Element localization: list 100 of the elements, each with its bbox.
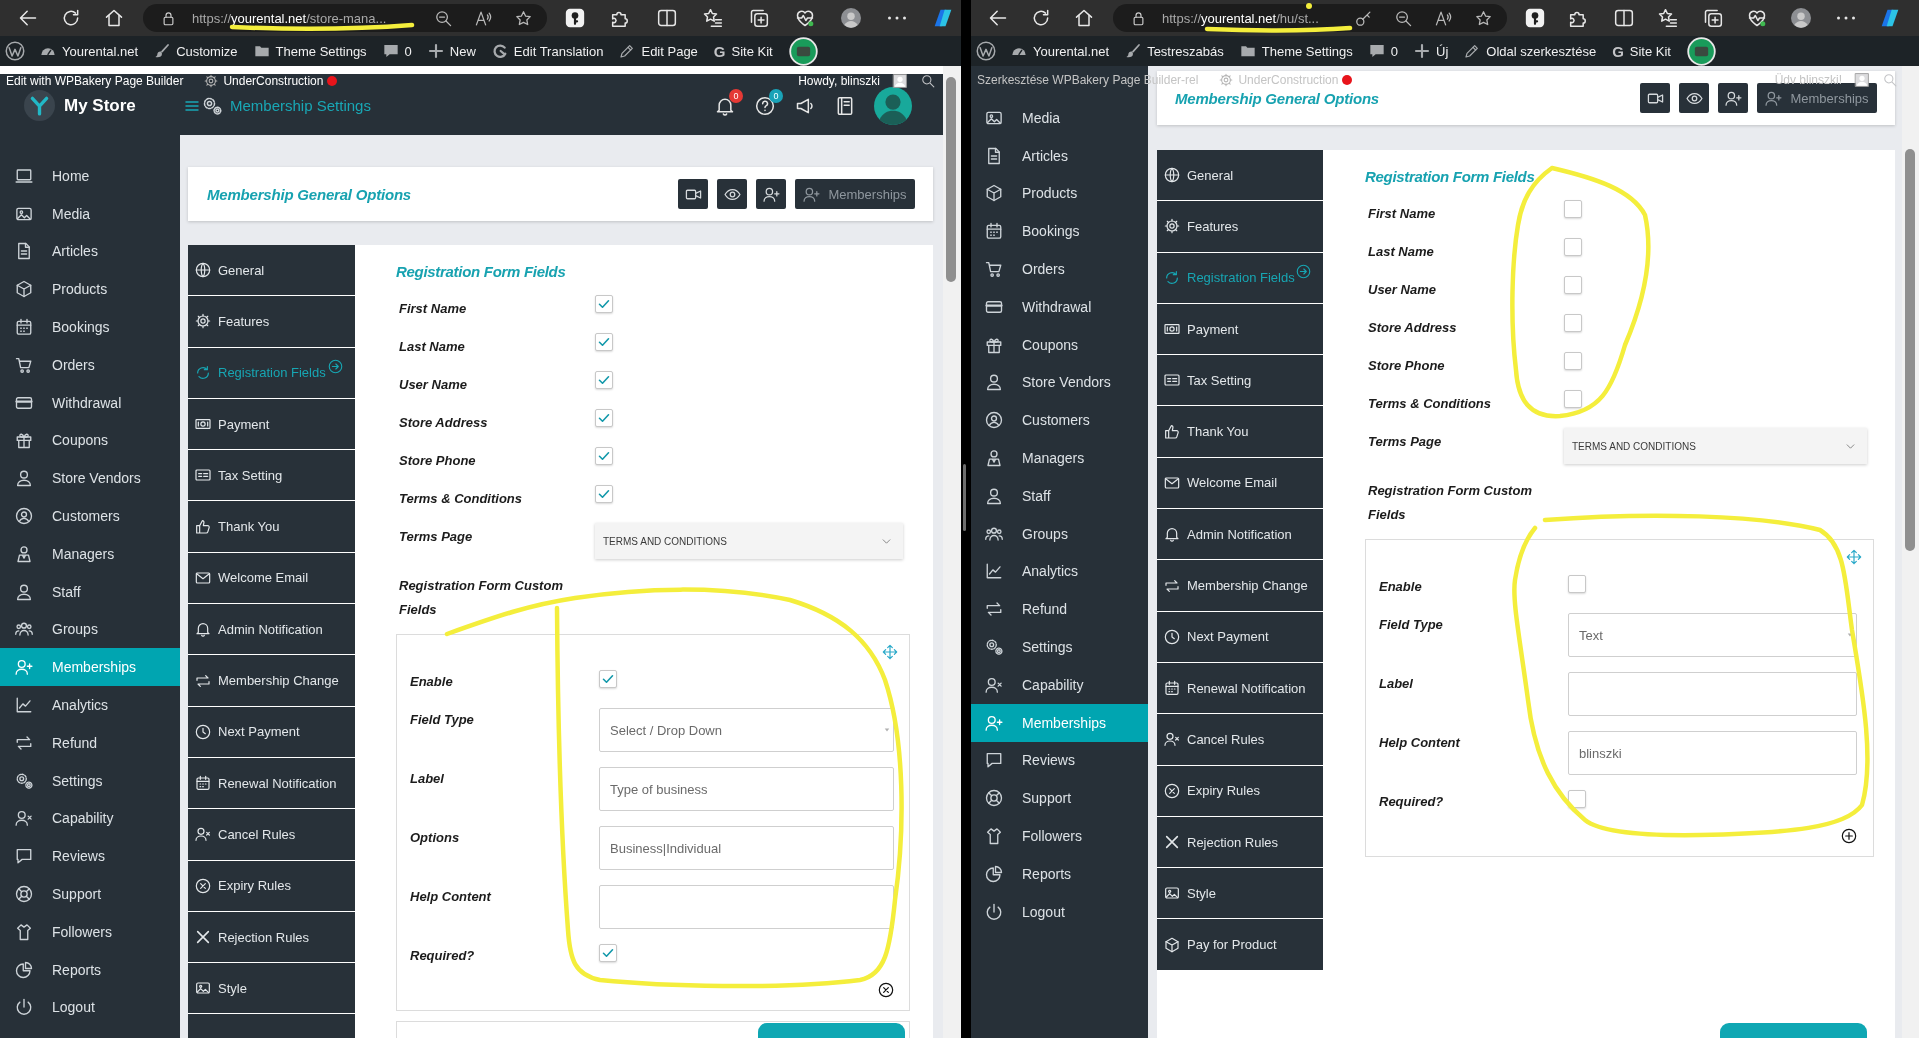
sidebar-item[interactable]: Refund — [0, 723, 180, 762]
checkbox[interactable] — [595, 333, 613, 351]
refresh-icon[interactable] — [1031, 8, 1051, 28]
sidebar-item[interactable]: Products — [0, 270, 180, 309]
memberships-button[interactable]: Memberships — [795, 179, 915, 209]
tab[interactable]: Next Payment — [1157, 611, 1323, 662]
checkbox[interactable] — [1568, 790, 1586, 808]
admin-bar-link[interactable]: Yourental.net — [1011, 43, 1110, 59]
sidebar-item[interactable]: Settings — [0, 761, 180, 800]
input-field[interactable]: Business|Individual — [599, 826, 894, 870]
back-icon[interactable] — [18, 8, 38, 28]
status-link[interactable]: UnderConstruction — [223, 74, 324, 88]
add-user-button[interactable] — [1718, 83, 1748, 113]
admin-bar-link[interactable]: Oldal szerkesztése — [1464, 43, 1597, 59]
avatar-icon[interactable] — [841, 8, 861, 28]
sidebar-item[interactable]: Store Vendors — [0, 459, 180, 498]
checkbox[interactable] — [1564, 352, 1582, 370]
sidebar-item[interactable]: Logout — [0, 988, 180, 1027]
user-icon[interactable] — [893, 74, 907, 88]
site-logo-icon[interactable] — [976, 41, 996, 61]
key-icon[interactable] — [1355, 9, 1372, 27]
tab[interactable]: Membership Change — [188, 655, 355, 706]
favorites-icon[interactable] — [703, 8, 723, 28]
checkbox[interactable] — [595, 371, 613, 389]
sidebar-item[interactable]: Support — [971, 779, 1148, 818]
star-icon[interactable] — [1475, 9, 1492, 27]
checkbox[interactable] — [595, 485, 613, 503]
sidebar-item[interactable]: Bookings — [971, 212, 1148, 251]
avatar-icon[interactable] — [788, 36, 818, 66]
tab[interactable]: Expiry Rules — [188, 860, 355, 911]
select-field[interactable]: Text — [1568, 613, 1857, 657]
tab[interactable]: Registration Fields — [188, 347, 355, 398]
sidebar-item[interactable]: Articles — [0, 232, 180, 271]
tab[interactable]: Cancel Rules — [188, 809, 355, 860]
sidebar-item[interactable]: Settings — [971, 628, 1148, 666]
split-screen-icon[interactable] — [1613, 8, 1634, 28]
tab[interactable]: Payment — [188, 398, 355, 450]
sidebar-item[interactable]: Articles — [971, 136, 1148, 175]
scrollbar-thumb[interactable] — [1905, 149, 1915, 551]
sidebar-item[interactable]: Reviews — [971, 741, 1148, 780]
preview-button[interactable] — [1679, 83, 1709, 113]
keyhole-icon[interactable] — [565, 8, 585, 28]
sidebar-item[interactable]: Reports — [0, 950, 180, 989]
sidebar-item[interactable]: Media — [0, 194, 180, 233]
checkbox[interactable] — [595, 447, 613, 465]
checkbox[interactable] — [1564, 238, 1582, 256]
checkbox[interactable] — [1568, 575, 1586, 593]
tab[interactable]: Style — [188, 963, 355, 1014]
tab[interactable]: Style — [1157, 868, 1323, 919]
avatar-icon[interactable] — [1791, 8, 1812, 28]
input-field[interactable] — [1568, 672, 1857, 716]
sidebar-item[interactable]: Withdrawal — [0, 383, 180, 422]
sidebar-item[interactable]: Analytics — [971, 552, 1148, 591]
plus-circle-icon[interactable] — [1841, 828, 1857, 844]
split-screen-icon[interactable] — [657, 8, 677, 28]
site-logo-icon[interactable] — [5, 41, 25, 61]
sidebar-item[interactable]: Logout — [971, 892, 1148, 931]
sidebar-item[interactable]: Followers — [971, 817, 1148, 855]
tab[interactable]: Admin Notification — [188, 604, 355, 655]
admin-bar-link[interactable]: Új — [1414, 43, 1449, 59]
tab[interactable]: Tax Setting — [188, 450, 355, 501]
memberships-button[interactable]: Memberships — [1757, 83, 1877, 113]
sidebar-item[interactable]: Customers — [0, 497, 180, 535]
video-button[interactable] — [1640, 83, 1670, 113]
app-logo-icon[interactable] — [933, 8, 953, 28]
tab[interactable]: Thank You — [188, 501, 355, 552]
tab[interactable]: Membership Change — [1157, 560, 1323, 611]
sidebar-item[interactable]: Orders — [0, 346, 180, 384]
app-logo-icon[interactable] — [1880, 8, 1901, 28]
admin-bar-link[interactable]: Theme Settings — [1239, 43, 1353, 59]
heart-pulse-icon[interactable] — [1746, 8, 1767, 28]
checkbox[interactable] — [599, 670, 617, 688]
x-circle-icon[interactable] — [878, 982, 894, 998]
logo-icon[interactable] — [24, 90, 55, 121]
sidebar-item[interactable]: Refund — [971, 590, 1148, 629]
favorites-icon[interactable] — [1658, 8, 1679, 28]
select-field[interactable]: TERMS AND CONDITIONS — [595, 523, 903, 559]
help-icon[interactable] — [755, 95, 775, 116]
sidebar-item[interactable]: Groups — [0, 610, 180, 649]
sidebar-item[interactable]: Reports — [971, 854, 1148, 893]
video-button[interactable] — [678, 179, 708, 209]
collections-icon[interactable] — [749, 8, 769, 28]
tab[interactable]: Thank You — [1157, 406, 1323, 457]
sidebar-item[interactable]: Staff — [971, 476, 1148, 515]
checkbox[interactable] — [1564, 390, 1582, 408]
sidebar-item[interactable]: Capability — [971, 665, 1148, 704]
tab[interactable]: Renewal Notification — [1157, 662, 1323, 714]
sidebar-item[interactable]: Orders — [971, 250, 1148, 288]
sidebar-item[interactable]: Staff — [0, 572, 180, 611]
admin-bar-link[interactable]: Testreszabás — [1125, 43, 1224, 59]
move-icon[interactable] — [882, 644, 898, 660]
sidebar-item[interactable]: Coupons — [971, 325, 1148, 364]
tab[interactable]: Next Payment — [188, 706, 355, 757]
admin-bar-link[interactable]: G Site Kit — [713, 42, 773, 60]
admin-bar-link[interactable]: Theme Settings — [253, 43, 367, 59]
checkbox[interactable] — [595, 409, 613, 427]
tab[interactable]: Welcome Email — [188, 552, 355, 604]
admin-bar-link[interactable]: New — [427, 43, 476, 59]
admin-bar-link[interactable]: Edit Page — [619, 43, 698, 59]
tab[interactable]: Registration Fields — [1157, 252, 1323, 303]
